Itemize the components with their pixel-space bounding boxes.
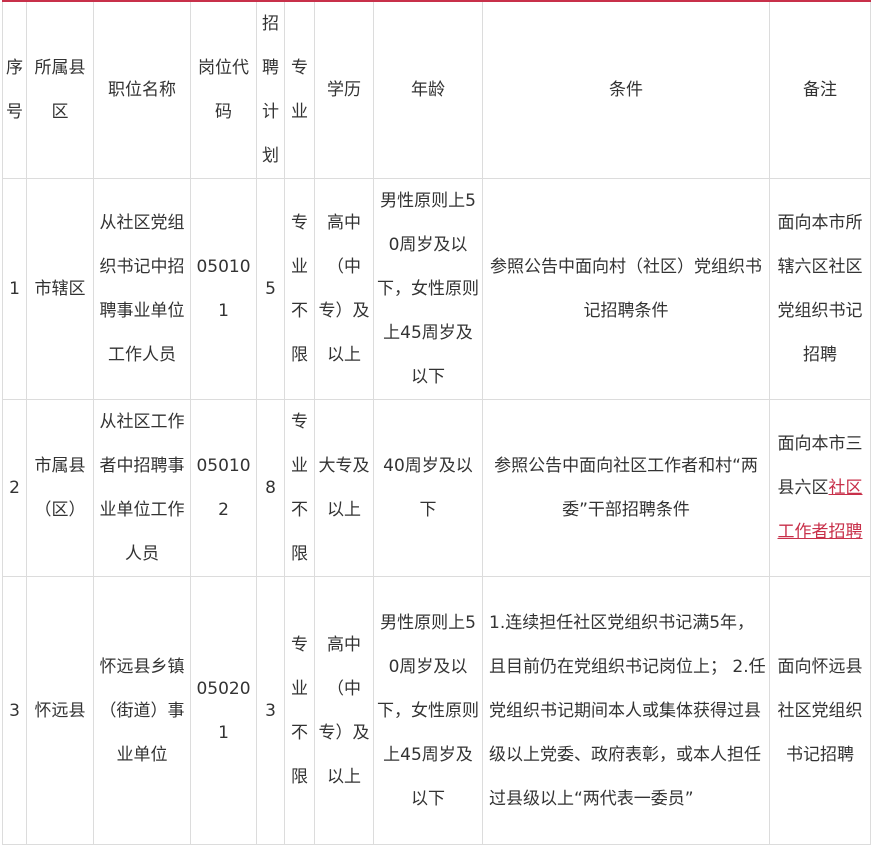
- cell-conditions: 参照公告中面向社区工作者和村“两委”干部招聘条件: [482, 399, 770, 577]
- cell-plan: 8: [256, 399, 285, 577]
- header-age: 年龄: [373, 0, 483, 179]
- cell-age: 男性原则上50周岁及以下，女性原则上45周岁及以下: [373, 576, 483, 845]
- header-seq: 序号: [2, 0, 27, 179]
- header-plan: 招聘计划: [256, 0, 285, 179]
- cell-conditions: 参照公告中面向村（社区）党组织书记招聘条件: [482, 178, 770, 400]
- cell-education: 高中（中专）及以上: [314, 576, 374, 845]
- cell-code: 050201: [190, 576, 257, 845]
- cell-plan: 5: [256, 178, 285, 400]
- page: 序号 所属县区 职位名称 岗位代码 招聘计划 专业 学历 年龄 条件 备注 1 …: [0, 0, 873, 849]
- cell-major: 专业不限: [284, 399, 315, 577]
- cell-major: 专业不限: [284, 178, 315, 400]
- recruitment-table: 序号 所属县区 职位名称 岗位代码 招聘计划 专业 学历 年龄 条件 备注 1 …: [2, 0, 871, 845]
- header-row: 序号 所属县区 职位名称 岗位代码 招聘计划 专业 学历 年龄 条件 备注: [2, 0, 871, 179]
- header-major: 专业: [284, 0, 315, 179]
- header-county: 所属县区: [26, 0, 94, 179]
- cell-education: 高中（中专）及以上: [314, 178, 374, 400]
- cell-plan: 3: [256, 576, 285, 845]
- cell-seq: 1: [2, 178, 27, 400]
- cell-county: 市辖区: [26, 178, 94, 400]
- cell-code: 050101: [190, 178, 257, 400]
- cell-remarks: 面向本市所辖六区社区党组织书记招聘: [769, 178, 871, 400]
- cell-code: 050102: [190, 399, 257, 577]
- table-row: 1 市辖区 从社区党组织书记中招聘事业单位工作人员 050101 5 专业不限 …: [2, 178, 871, 400]
- cell-remarks: 面向怀远县社区党组织书记招聘: [769, 576, 871, 845]
- cell-county: 怀远县: [26, 576, 94, 845]
- cell-seq: 2: [2, 399, 27, 577]
- header-education: 学历: [314, 0, 374, 179]
- cell-education: 大专及以上: [314, 399, 374, 577]
- cell-remarks: 面向本市三县六区社区工作者招聘: [769, 399, 871, 577]
- table-row: 2 市属县（区） 从社区工作者中招聘事业单位工作人员 050102 8 专业不限…: [2, 399, 871, 577]
- cell-major: 专业不限: [284, 576, 315, 845]
- cell-position: 从社区党组织书记中招聘事业单位工作人员: [93, 178, 191, 400]
- header-conditions: 条件: [482, 0, 770, 179]
- header-position: 职位名称: [93, 0, 191, 179]
- cell-age: 男性原则上50周岁及以下，女性原则上45周岁及以下: [373, 178, 483, 400]
- cell-county: 市属县（区）: [26, 399, 94, 577]
- cell-conditions: 1.连续担任社区党组织书记满5年，且目前仍在党组织书记岗位上； 2.任党组织书记…: [482, 576, 770, 845]
- cell-position: 从社区工作者中招聘事业单位工作人员: [93, 399, 191, 577]
- cell-age: 40周岁及以下: [373, 399, 483, 577]
- header-code: 岗位代码: [190, 0, 257, 179]
- table-row: 3 怀远县 怀远县乡镇（街道）事业单位 050201 3 专业不限 高中（中专）…: [2, 576, 871, 845]
- cell-seq: 3: [2, 576, 27, 845]
- header-remarks: 备注: [769, 0, 871, 179]
- cell-position: 怀远县乡镇（街道）事业单位: [93, 576, 191, 845]
